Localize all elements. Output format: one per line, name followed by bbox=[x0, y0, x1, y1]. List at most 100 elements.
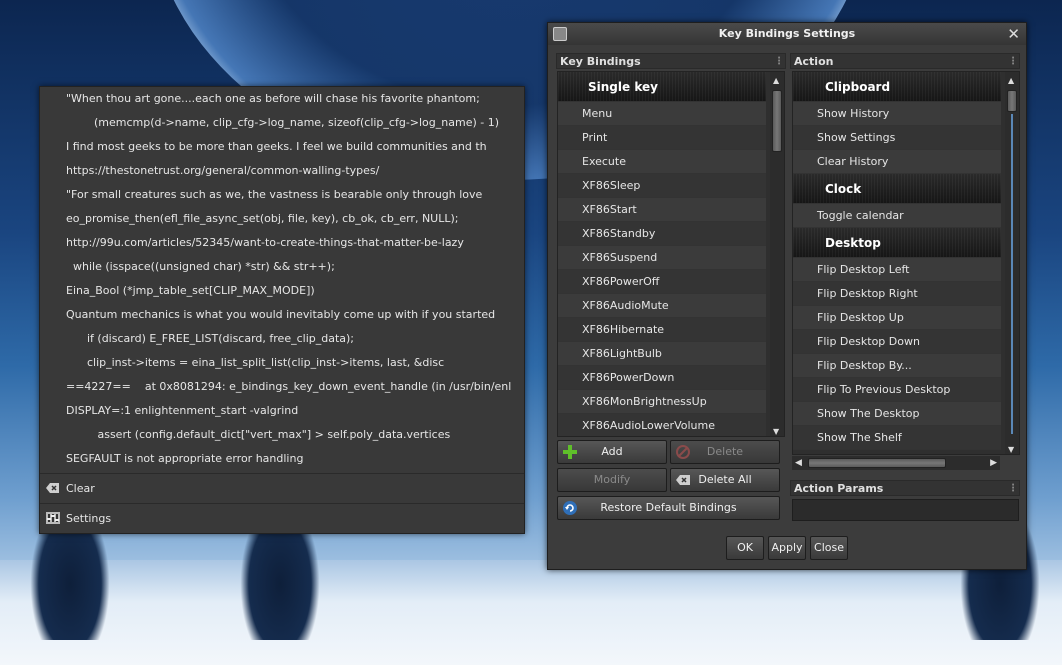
key-binding-row[interactable]: XF86LightBulb bbox=[558, 342, 766, 366]
clipboard-history-item[interactable]: (memcmp(d->name, clip_cfg->log_name, siz… bbox=[40, 111, 524, 135]
close-icon[interactable]: ✕ bbox=[1007, 23, 1020, 45]
key-binding-row[interactable]: Execute bbox=[558, 150, 766, 174]
clipboard-clear-button[interactable]: Clear bbox=[40, 474, 524, 503]
key-binding-row[interactable]: Print bbox=[558, 126, 766, 150]
key-binding-row[interactable]: XF86Standby bbox=[558, 222, 766, 246]
action-group-header[interactable]: Clock bbox=[793, 174, 1001, 204]
action-row[interactable]: Show History bbox=[793, 102, 1001, 126]
modify-label: Modify bbox=[593, 473, 631, 486]
clipboard-history-item[interactable]: "When thou art gone....each one as befor… bbox=[40, 87, 524, 111]
clear-icon bbox=[46, 483, 59, 493]
delete-all-label: Delete All bbox=[698, 473, 752, 486]
key-bindings-label: Key Bindings bbox=[560, 55, 641, 68]
clipboard-history-item[interactable]: if (discard) E_FREE_LIST(discard, free_c… bbox=[40, 327, 524, 351]
scroll-thumb[interactable] bbox=[772, 90, 782, 152]
key-binding-row[interactable]: XF86PowerDown bbox=[558, 366, 766, 390]
action-list: Clipboard Show History Show Settings Clear … bbox=[792, 71, 1020, 455]
plus-icon bbox=[563, 445, 577, 459]
action-group-header[interactable]: Clipboard bbox=[793, 72, 1001, 102]
clipboard-history-item[interactable]: clip_inst->items = eina_list_split_list(… bbox=[40, 351, 524, 375]
clipboard-history-item[interactable]: eo_promise_then(efl_file_async_set(obj, … bbox=[40, 207, 524, 231]
apply-button[interactable]: Apply bbox=[768, 536, 806, 560]
scroll-up-icon[interactable]: ▲ bbox=[1008, 76, 1014, 85]
key-binding-row[interactable]: XF86Start bbox=[558, 198, 766, 222]
grip-icon: ⋮ bbox=[1008, 56, 1018, 67]
key-binding-row[interactable]: XF86Sleep bbox=[558, 174, 766, 198]
scroll-thumb[interactable] bbox=[1007, 90, 1017, 112]
restore-icon bbox=[563, 501, 577, 515]
action-row[interactable]: Flip Desktop Up bbox=[793, 306, 1001, 330]
clipboard-popup: "When thou art gone....each one as befor… bbox=[39, 86, 525, 534]
action-row[interactable]: Flip Desktop By... bbox=[793, 354, 1001, 378]
action-row[interactable]: Show The Shelf bbox=[793, 426, 1001, 450]
action-params-label: Action Params bbox=[794, 482, 884, 495]
clipboard-history-item[interactable]: SEGFAULT is not appropriate error handli… bbox=[40, 447, 524, 471]
scroll-right-icon[interactable]: ▶ bbox=[990, 456, 997, 470]
clipboard-history-item[interactable]: https://thestonetrust.org/general/common… bbox=[40, 159, 524, 183]
clipboard-history-item[interactable]: Eina_Bool (*jmp_table_set[CLIP_MAX_MODE]… bbox=[40, 279, 524, 303]
clipboard-history-item[interactable]: "For small creatures such as we, the vas… bbox=[40, 183, 524, 207]
action-row[interactable]: Show Settings bbox=[793, 126, 1001, 150]
settings-label: Settings bbox=[66, 512, 112, 525]
scroll-left-icon[interactable]: ◀ bbox=[795, 456, 802, 470]
clipboard-history-item[interactable]: Quantum mechanics is what you would inev… bbox=[40, 303, 524, 327]
action-list-scrollbar[interactable]: ▲ ▼ bbox=[1005, 72, 1019, 454]
grip-icon: ⋮ bbox=[774, 56, 784, 67]
action-label: Action bbox=[794, 55, 834, 68]
scroll-down-icon[interactable]: ▼ bbox=[773, 427, 779, 436]
clipboard-history-item[interactable]: while (isspace((unsigned char) *str) && … bbox=[40, 255, 524, 279]
key-binding-row[interactable]: XF86MonBrightnessUp bbox=[558, 390, 766, 414]
ok-label: OK bbox=[737, 541, 753, 554]
action-params-input[interactable] bbox=[792, 499, 1019, 521]
action-row[interactable]: Toggle calendar bbox=[793, 204, 1001, 228]
close-label: Close bbox=[814, 541, 844, 554]
add-button[interactable]: Add bbox=[557, 440, 667, 464]
key-group-header[interactable]: Single key bbox=[558, 72, 766, 102]
clipboard-settings-button[interactable]: Settings bbox=[40, 504, 524, 533]
clipboard-history-item[interactable]: http://99u.com/articles/52345/want-to-cr… bbox=[40, 231, 524, 255]
action-row[interactable]: Flip Desktop Down bbox=[793, 330, 1001, 354]
hscroll-thumb[interactable] bbox=[808, 458, 946, 468]
clipboard-history-item[interactable]: assert (config.default_dict["vert_max"] … bbox=[40, 423, 524, 447]
grip-icon: ⋮ bbox=[1008, 483, 1018, 494]
delete-button[interactable]: Delete bbox=[670, 440, 780, 464]
clear-label: Clear bbox=[66, 482, 95, 495]
scroll-down-icon[interactable]: ▼ bbox=[1008, 445, 1014, 454]
restore-label: Restore Default Bindings bbox=[600, 501, 737, 514]
clipboard-history-item[interactable]: DISPLAY=:1 enlightenment_start -valgrind bbox=[40, 399, 524, 423]
ok-button[interactable]: OK bbox=[726, 536, 764, 560]
modify-button[interactable]: Modify bbox=[557, 468, 667, 492]
key-binding-row[interactable]: XF86AudioMute bbox=[558, 294, 766, 318]
action-row[interactable]: Flip Desktop Right bbox=[793, 282, 1001, 306]
action-group-header[interactable]: Desktop bbox=[793, 228, 1001, 258]
key-list-scrollbar[interactable]: ▲ ▼ bbox=[770, 72, 784, 436]
clipboard-history-list: "When thou art gone....each one as befor… bbox=[40, 87, 524, 472]
clear-icon bbox=[676, 475, 690, 485]
clipboard-history-item[interactable]: ==4227== at 0x8081294: e_bindings_key_do… bbox=[40, 375, 524, 399]
action-list-hscrollbar[interactable]: ◀ ▶ bbox=[792, 456, 1000, 470]
action-row[interactable]: Flip Desktop Left bbox=[793, 258, 1001, 282]
action-row[interactable]: Flip To Previous Desktop bbox=[793, 378, 1001, 402]
key-bindings-list: Single key Menu Print Execute XF86Sleep XF86S… bbox=[557, 71, 785, 437]
dialog-titlebar[interactable]: Key Bindings Settings ✕ bbox=[548, 23, 1026, 45]
scroll-up-icon[interactable]: ▲ bbox=[773, 76, 779, 85]
key-binding-row[interactable]: XF86AudioLowerVolume bbox=[558, 414, 766, 436]
delete-label: Delete bbox=[706, 445, 744, 458]
key-binding-row[interactable]: XF86Suspend bbox=[558, 246, 766, 270]
apply-label: Apply bbox=[771, 541, 803, 554]
action-params-frame-label: Action Params ⋮ bbox=[790, 480, 1020, 496]
key-binding-row[interactable]: Menu bbox=[558, 102, 766, 126]
clipboard-history-item[interactable]: I find most geeks to be more than geeks.… bbox=[40, 135, 524, 159]
key-binding-row[interactable]: XF86Hibernate bbox=[558, 318, 766, 342]
key-bindings-dialog: Key Bindings Settings ✕ Key Bindings ⋮ S… bbox=[547, 22, 1027, 570]
action-frame-label: Action ⋮ bbox=[790, 53, 1020, 69]
action-row[interactable]: Clear History bbox=[793, 150, 1001, 174]
key-bindings-frame-label: Key Bindings ⋮ bbox=[556, 53, 786, 69]
restore-default-bindings-button[interactable]: Restore Default Bindings bbox=[557, 496, 780, 520]
delete-all-button[interactable]: Delete All bbox=[670, 468, 780, 492]
key-binding-row[interactable]: XF86PowerOff bbox=[558, 270, 766, 294]
action-row[interactable]: Show The Desktop bbox=[793, 402, 1001, 426]
close-button[interactable]: Close bbox=[810, 536, 848, 560]
window-icon bbox=[553, 27, 567, 41]
wallpaper-snow bbox=[0, 560, 1062, 665]
